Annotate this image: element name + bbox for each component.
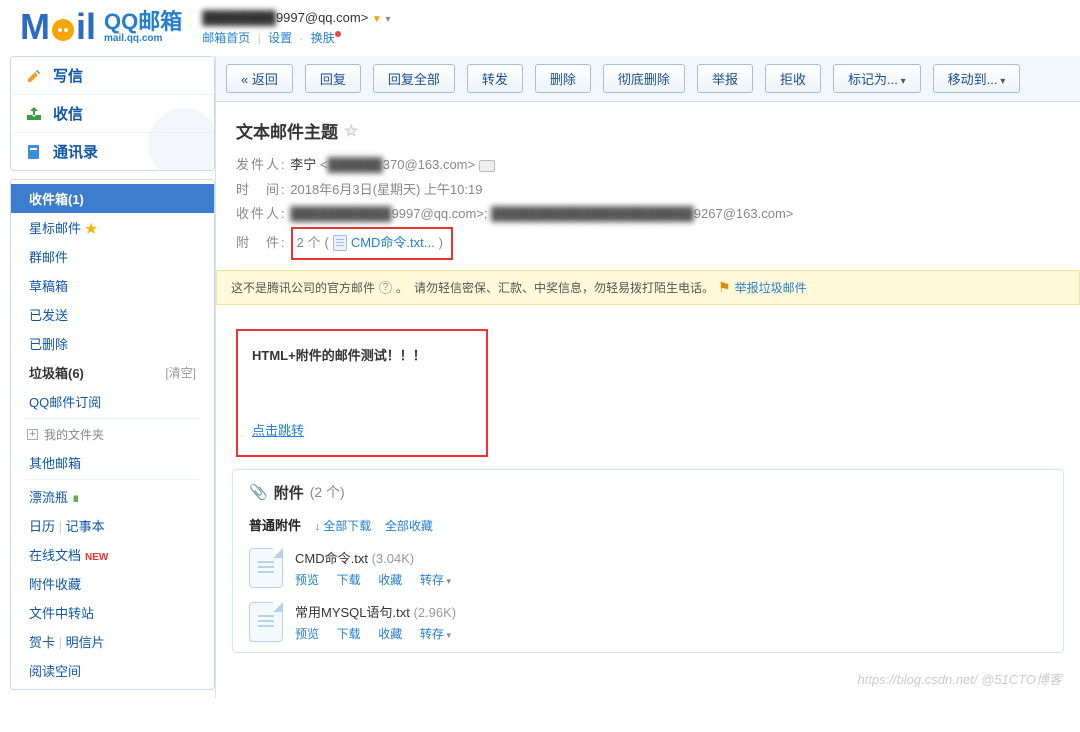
expand-icon[interactable]: +	[27, 429, 38, 440]
attachment-first-link[interactable]: CMD命令.txt...	[351, 231, 435, 256]
attachment-summary-highlight: 2 个 ( CMD命令.txt... )	[291, 227, 453, 260]
report-button[interactable]: 举报	[697, 64, 753, 93]
attachment-tools: 普通附件 全部下载 全部收藏	[249, 515, 1047, 534]
contacts-link[interactable]: 通讯录	[11, 132, 214, 170]
compose-link[interactable]: 写信	[11, 57, 214, 94]
att-saveto-menu[interactable]: 转存	[420, 573, 451, 587]
sidebar-item-attachfav[interactable]: 附件收藏	[11, 569, 214, 598]
watermark-text: https://blog.csdn.net/ @51CTO博客	[858, 669, 1062, 688]
mark-menu-button[interactable]: 标记为...	[833, 64, 921, 93]
sidebar-item-group[interactable]: 群邮件	[11, 242, 214, 271]
trash-clear-link[interactable]: [清空]	[165, 364, 196, 381]
star-icon: ★	[85, 221, 98, 236]
mail-body-highlight: HTML+附件的邮件测试！！！ 点击跳转	[236, 329, 488, 457]
nav-skin[interactable]: 换肤	[311, 31, 335, 45]
sidebar-item-cards[interactable]: 贺卡 | 明信片	[11, 627, 214, 656]
report-spam-link[interactable]: 举报垃圾邮件	[735, 279, 807, 296]
attachment-item: 常用MYSQL语句.txt (2.96K) 预览 下载 收藏 转存	[249, 602, 1047, 642]
mail-body-link[interactable]: 点击跳转	[252, 420, 472, 439]
app-header: Mil QQ邮箱 mail.qq.com ████████9997@qq.com…	[0, 0, 1080, 48]
sidebar-item-read[interactable]: 阅读空间	[11, 656, 214, 685]
sidebar-group-myfolder[interactable]: +我的文件夹	[11, 421, 214, 448]
sidebar-item-cal-notes[interactable]: 日历 | 记事本	[11, 511, 214, 540]
text-file-icon	[249, 548, 283, 588]
sidebar-item-docs[interactable]: 在线文档NEW	[11, 540, 214, 569]
attachment-summary-row: 附 件: 2 个 ( CMD命令.txt... )	[236, 227, 453, 260]
spam-notice-bar: 这不是腾讯公司的官方邮件 ? 。 请勿轻信密保、汇款、中奖信息，勿轻易拨打陌生电…	[216, 270, 1080, 305]
mail-subject: 文本邮件主题 ☆	[236, 118, 1060, 143]
sidebar: 写信 收信 通讯录 收件箱(1) 星标邮件 ★ 群邮件 草稿箱 已发送 已删除 …	[0, 56, 215, 698]
logo-mail-icon: Mil	[20, 6, 96, 48]
text-file-icon	[249, 602, 283, 642]
paperclip-icon: 📎	[249, 483, 268, 501]
sidebar-item-othermail[interactable]: 其他邮箱	[11, 448, 214, 477]
sidebar-item-drafts[interactable]: 草稿箱	[11, 271, 214, 300]
attachment-item: CMD命令.txt (3.04K) 预览 下载 收藏 转存	[249, 548, 1047, 588]
file-icon	[333, 235, 347, 251]
back-button[interactable]: 返回	[226, 64, 293, 93]
att-fav-link[interactable]: 收藏	[378, 573, 402, 587]
att-fav-link[interactable]: 收藏	[378, 627, 402, 641]
forward-button[interactable]: 转发	[467, 64, 523, 93]
vcard-icon[interactable]	[479, 160, 495, 172]
att-preview-link[interactable]: 预览	[295, 573, 319, 587]
account-dropdown-icon[interactable]: ▼	[372, 14, 382, 25]
att-download-link[interactable]: 下载	[337, 573, 361, 587]
attachments-title: 📎 附件(2 个)	[249, 482, 1047, 503]
reject-button[interactable]: 拒收	[765, 64, 821, 93]
delete-button[interactable]: 删除	[535, 64, 591, 93]
sidebar-item-transfer[interactable]: 文件中转站	[11, 598, 214, 627]
logo[interactable]: Mil QQ邮箱 mail.qq.com	[20, 6, 182, 48]
att-preview-link[interactable]: 预览	[295, 627, 319, 641]
book-icon	[25, 144, 43, 160]
reply-button[interactable]: 回复	[305, 64, 361, 93]
move-menu-button[interactable]: 移动到...	[933, 64, 1021, 93]
att-download-link[interactable]: 下载	[337, 627, 361, 641]
sidebar-item-drift[interactable]: 漂流瓶 ∎	[11, 482, 214, 511]
nav-settings[interactable]: 设置	[268, 31, 292, 45]
toolbar: 返回 回复 回复全部 转发 删除 彻底删除 举报 拒收 标记为... 移动到..…	[216, 56, 1080, 102]
time-row: 时 间: 2018年6月3日(星期天) 上午10:19	[236, 178, 1060, 203]
header-nav: 邮箱首页 | 设置 - 换肤	[202, 29, 390, 46]
sidebar-item-deleted[interactable]: 已删除	[11, 329, 214, 358]
mail-body-text: HTML+附件的邮件测试！！！	[252, 345, 472, 364]
logo-domain: mail.qq.com	[104, 33, 182, 44]
sidebar-item-qqsub[interactable]: QQ邮件订阅	[11, 387, 214, 416]
sidebar-item-inbox[interactable]: 收件箱(1)	[11, 184, 214, 213]
sidebar-item-sent[interactable]: 已发送	[11, 300, 214, 329]
account-caret-icon[interactable]: ▾	[385, 14, 390, 25]
star-toggle-icon[interactable]: ☆	[344, 121, 358, 141]
receive-link[interactable]: 收信	[11, 94, 214, 132]
logo-bubble-icon	[52, 19, 74, 41]
sidebar-folders: 收件箱(1) 星标邮件 ★ 群邮件 草稿箱 已发送 已删除 垃圾箱(6) [清空…	[10, 179, 215, 690]
logo-text: QQ邮箱	[104, 11, 182, 33]
attachments-section: 📎 附件(2 个) 普通附件 全部下载 全部收藏 CMD命令.txt (3.04…	[232, 469, 1064, 653]
favorite-all-link[interactable]: 全部收藏	[385, 519, 433, 533]
account-label[interactable]: ████████9997@qq.com> ▼ ▾	[202, 10, 390, 25]
nav-home[interactable]: 邮箱首页	[202, 31, 250, 45]
reddot-icon	[335, 31, 341, 37]
hard-delete-button[interactable]: 彻底删除	[603, 64, 685, 93]
reply-all-button[interactable]: 回复全部	[373, 64, 455, 93]
inbox-tray-icon	[25, 106, 43, 122]
pencil-icon	[25, 68, 43, 84]
sidebar-item-trash[interactable]: 垃圾箱(6) [清空]	[11, 358, 214, 387]
att-saveto-menu[interactable]: 转存	[420, 627, 451, 641]
help-icon[interactable]: ?	[379, 281, 392, 294]
mail-header: 文本邮件主题 ☆ 发件人: 李宁 <██████370@163.com> 时 间…	[216, 102, 1080, 270]
main-panel: 返回 回复 回复全部 转发 删除 彻底删除 举报 拒收 标记为... 移动到..…	[215, 56, 1080, 698]
from-row: 发件人: 李宁 <██████370@163.com>	[236, 153, 1060, 178]
sidebar-item-starred[interactable]: 星标邮件 ★	[11, 213, 214, 242]
bottle-icon: ∎	[72, 490, 80, 505]
warn-icon: ⚑	[718, 279, 731, 296]
to-row: 收件人: ███████████9997@qq.com>; ██████████…	[236, 202, 1060, 227]
download-all-link[interactable]: 全部下载	[315, 519, 372, 533]
sidebar-primary-box: 写信 收信 通讯录	[10, 56, 215, 171]
